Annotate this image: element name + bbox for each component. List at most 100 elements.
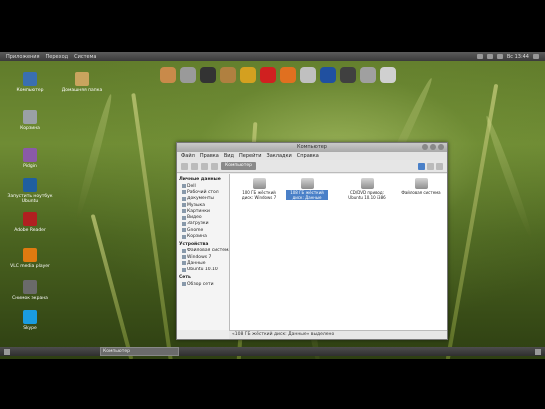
folder-icon: [182, 184, 186, 189]
ubuntu-icon[interactable]: [380, 67, 396, 83]
menu-places[interactable]: Переход: [46, 54, 69, 60]
desktop-icon-label: Adobe Reader: [14, 228, 46, 233]
sidebar-item[interactable]: Корзина: [182, 233, 229, 239]
monitor-icon[interactable]: [340, 67, 356, 83]
media-icon[interactable]: [260, 67, 276, 83]
folder-icon: [182, 267, 186, 272]
menu-go[interactable]: Перейти: [239, 153, 262, 159]
chat-icon[interactable]: [300, 67, 316, 83]
adobe-icon: [23, 212, 37, 226]
menu-applications[interactable]: Приложения: [6, 54, 40, 60]
window-titlebar[interactable]: Компьютер: [177, 143, 447, 152]
desktop-icon[interactable]: Skype: [4, 310, 56, 331]
desktop-icon[interactable]: VLC media player: [4, 248, 56, 269]
clock[interactable]: Вс 13:44: [507, 54, 529, 60]
icon-view-icon[interactable]: [418, 162, 425, 170]
desktop-icon[interactable]: Запустить ноутбук Ubuntu: [4, 178, 56, 204]
system-tray: Вс 13:44: [476, 54, 539, 60]
search-icon[interactable]: [201, 162, 208, 170]
sidebar-item[interactable]: Файловая система: [182, 248, 229, 254]
desktop-icon-label: Запустить ноутбук Ubuntu: [7, 194, 53, 204]
location-crumb[interactable]: Компьютер: [221, 162, 256, 170]
menu-help[interactable]: Справка: [297, 153, 319, 159]
status-bar: «108 ГБ жёсткий диск: Данные» выделено: [229, 330, 447, 339]
sidebar-item-label: Музыка: [187, 202, 205, 208]
drive-item[interactable]: 100 ГБ жёсткий диск: Windows 7: [238, 178, 280, 200]
x-icon[interactable]: [200, 67, 216, 83]
screenshot-icon: [23, 280, 37, 294]
menu-file[interactable]: Файл: [181, 153, 195, 159]
file-manager-window: Компьютер Файл Правка Вид Перейти Заклад…: [176, 142, 448, 340]
desktop-icon[interactable]: Домашняя папка: [56, 72, 108, 93]
folder-icon: [182, 228, 186, 233]
forward-icon[interactable]: [191, 162, 198, 170]
folder-icon: [182, 196, 186, 201]
drive-item[interactable]: CD/DVD привод: Ubuntu 10.10 i386: [346, 178, 388, 200]
wallpaper-leaf: [73, 93, 115, 221]
close-icon[interactable]: [438, 144, 444, 150]
gear-icon[interactable]: [360, 67, 376, 83]
monitor-icon: [23, 72, 37, 86]
list-view-icon[interactable]: [427, 162, 434, 170]
menu-edit[interactable]: Правка: [200, 153, 219, 159]
sidebar-item[interactable]: Обзор сети: [182, 281, 229, 287]
volume-icon[interactable]: [486, 54, 493, 59]
desktop-icon[interactable]: Снимок экрана: [4, 280, 56, 301]
desktop-icon-label: VLC media player: [10, 264, 50, 269]
terminal-icon[interactable]: [240, 67, 256, 83]
back-icon[interactable]: [181, 162, 188, 170]
desktop: Приложения Переход Система Вс 13:44 Комп…: [0, 52, 545, 359]
mail-icon[interactable]: [496, 54, 503, 59]
content-area: 100 ГБ жёсткий диск: Windows 7 108 ГБ жёс…: [230, 174, 447, 330]
folder-icon: [182, 234, 186, 239]
hard-drive-icon: [360, 178, 374, 189]
wallpaper-grass: [90, 214, 134, 359]
sidebar-item-label: Загрузки: [187, 221, 209, 227]
vlc-icon: [23, 248, 37, 262]
menu-system[interactable]: Система: [74, 54, 96, 60]
toolbar: Компьютер: [177, 160, 447, 173]
folder-icon: [182, 203, 186, 208]
desktop-icon[interactable]: Корзина: [4, 110, 56, 131]
sidebar-item-label: Картинки: [187, 208, 210, 214]
skype-icon: [23, 310, 37, 324]
dock: [160, 64, 396, 86]
globe-icon[interactable]: [320, 67, 336, 83]
pidgin-icon: [23, 148, 37, 162]
sidebar-item-label: Файловая система: [187, 248, 229, 254]
show-desktop-icon[interactable]: [4, 348, 10, 355]
folder-icon: [182, 248, 186, 253]
firefox-icon[interactable]: [280, 67, 296, 83]
menu-bookmarks[interactable]: Закладки: [267, 153, 292, 159]
desktop-icon-label: Pidgin: [23, 164, 37, 169]
sidebar-item-label: Корзина: [187, 234, 207, 240]
sidebar-item-label: Windows 7: [187, 254, 212, 260]
desktop-icon-label: Skype: [23, 326, 37, 331]
desktop-icon-label: Компьютер: [16, 88, 44, 93]
taskbar-button[interactable]: Компьютер: [100, 347, 179, 356]
power-icon[interactable]: [533, 54, 539, 59]
folder-icon: [182, 190, 186, 195]
trash-icon[interactable]: [535, 348, 541, 355]
zoom-icon[interactable]: [436, 162, 443, 170]
maximize-icon[interactable]: [430, 144, 436, 150]
image-icon[interactable]: [220, 67, 236, 83]
minimize-icon[interactable]: [422, 144, 428, 150]
hard-drive-icon: [300, 178, 314, 189]
menu-view[interactable]: Вид: [224, 153, 234, 159]
hard-drive-icon: [252, 178, 266, 189]
drive-item[interactable]: Файловая система: [400, 178, 442, 195]
drive-item[interactable]: 108 ГБ жёсткий диск: Данные: [286, 178, 328, 200]
desktop-icon-label: Домашняя папка: [61, 88, 103, 93]
desktop-icon[interactable]: Компьютер: [4, 72, 56, 93]
settings-icon[interactable]: [180, 67, 196, 83]
folder-icon: [182, 221, 186, 226]
desktop-icon[interactable]: Adobe Reader: [4, 212, 56, 233]
folder-icon: [182, 255, 186, 260]
desktop-icon[interactable]: Pidgin: [4, 148, 56, 169]
network-icon[interactable]: [476, 54, 483, 59]
drive-label: Файловая система: [401, 190, 441, 195]
sidebar-item-label: Документы: [187, 196, 214, 202]
sidebar-item[interactable]: Ubuntu 10.10: [182, 267, 229, 273]
home-icon[interactable]: [160, 67, 176, 83]
